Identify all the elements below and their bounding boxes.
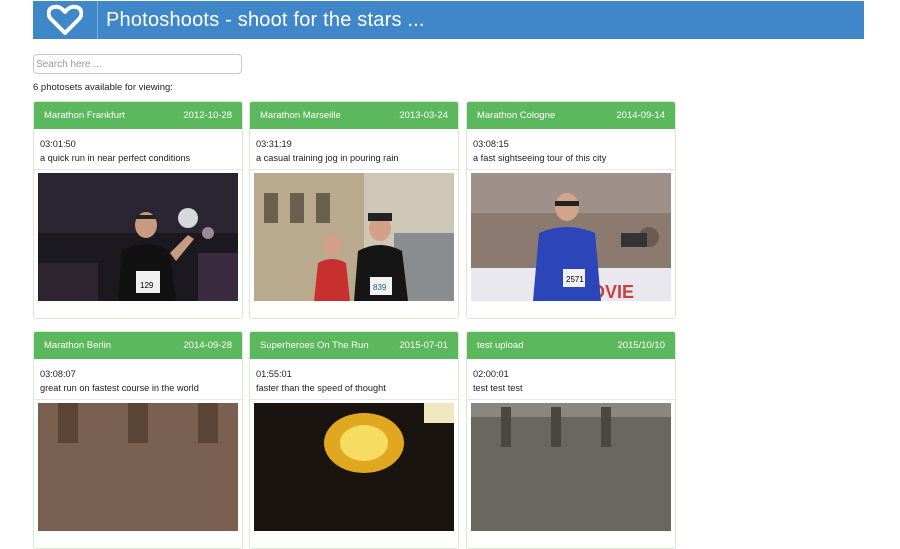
photoset-card[interactable]: Superheroes On The Run 2015-07-01 01:55:… [249,331,459,549]
card-time: 03:31:19 [256,139,292,149]
card-description: faster than the speed of thought [256,383,386,393]
card-description: a quick run in near perfect conditions [40,153,191,163]
svg-text:839: 839 [373,283,387,292]
photoset-card[interactable]: test upload 2015/10/10 02:00:01 test tes… [466,331,676,549]
card-photo[interactable]: 839 [254,173,454,301]
card-header[interactable]: Marathon Cologne 2014-09-14 [467,102,675,129]
photoset-card[interactable]: Marathon Berlin 2014-09-28 03:08:07 grea… [33,331,243,549]
card-date: 2014-09-28 [183,340,232,351]
heart-icon[interactable] [33,1,98,39]
photoset-count: 6 photosets available for viewing: [33,82,173,93]
photoset-card[interactable]: Marathon Frankfurt 2012-10-28 03:01:50 a… [33,101,243,319]
card-description: great run on fastest course in the world [40,383,199,393]
photoset-card[interactable]: Marathon Cologne 2014-09-14 03:08:15 a f… [466,101,676,319]
card-title: Marathon Berlin [44,340,112,351]
card-photo[interactable] [471,403,671,531]
card-title: Marathon Frankfurt [44,110,125,121]
card-header[interactable]: Marathon Berlin 2014-09-28 [34,332,242,359]
card-header[interactable]: Superheroes On The Run 2015-07-01 [250,332,458,359]
card-title: Superheroes On The Run [260,340,369,351]
card-title: Marathon Marseille [260,110,341,121]
card-time: 03:08:15 [473,139,509,149]
card-photo[interactable] [38,403,238,531]
photoset-card[interactable]: Marathon Marseille 2013-03-24 03:31:19 a… [249,101,459,319]
card-time: 03:08:07 [40,369,76,379]
card-date: 2015-07-01 [399,340,448,351]
card-time: 03:01:50 [40,139,76,149]
card-header[interactable]: test upload 2015/10/10 [467,332,675,359]
card-photo[interactable] [254,403,454,531]
page-title: Photoshoots - shoot for the stars ... [106,8,425,31]
card-title: test upload [477,340,524,351]
card-photo[interactable]: OVIE 2571 [471,173,671,301]
svg-text:2571: 2571 [566,275,584,284]
card-header[interactable]: Marathon Frankfurt 2012-10-28 [34,102,242,129]
card-description: a casual training jog in pouring rain [256,153,399,163]
card-date: 2012-10-28 [183,110,232,121]
card-title: Marathon Cologne [477,110,556,121]
app-header: Photoshoots - shoot for the stars ... [33,1,864,39]
svg-text:129: 129 [140,281,154,290]
card-description: a fast sightseeing tour of this city [473,153,607,163]
card-description: test test test [473,383,523,393]
search-input[interactable] [33,54,242,74]
card-time: 02:00:01 [473,369,509,379]
card-date: 2015/10/10 [617,340,665,351]
card-header[interactable]: Marathon Marseille 2013-03-24 [250,102,458,129]
card-photo[interactable]: 129 [38,173,238,301]
card-date: 2013-03-24 [399,110,448,121]
card-time: 01:55:01 [256,369,292,379]
card-date: 2014-09-14 [616,110,665,121]
